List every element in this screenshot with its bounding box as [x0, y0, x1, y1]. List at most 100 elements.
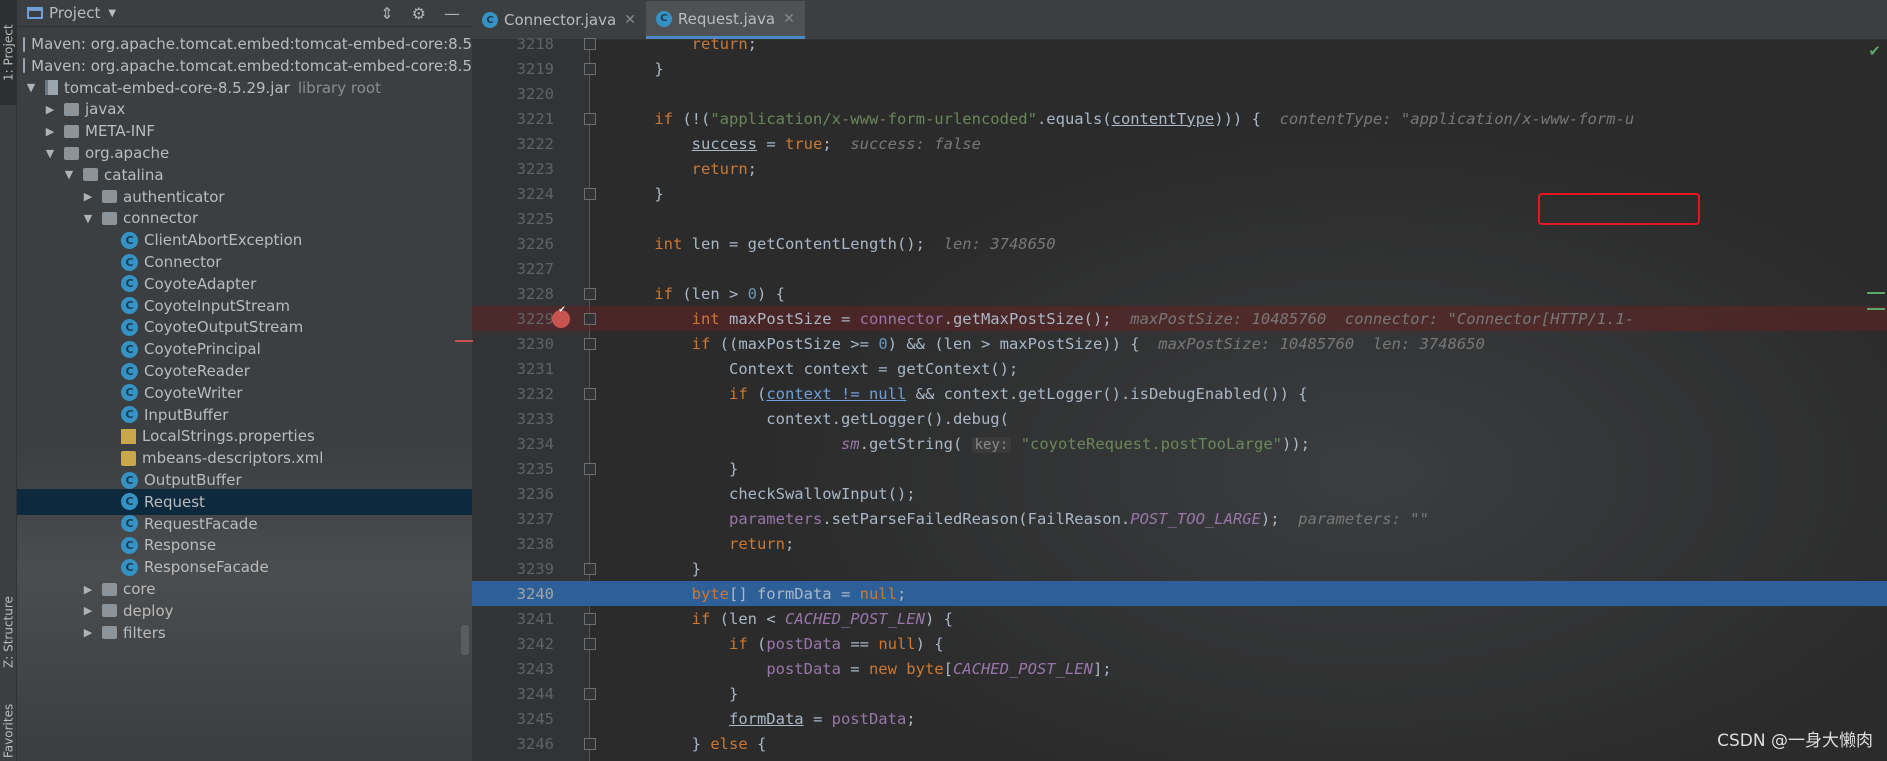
expand-arrow-right-icon[interactable]: ▶: [82, 190, 94, 203]
expand-arrow-right-icon[interactable]: ▶: [82, 626, 94, 639]
code-line[interactable]: 3220: [472, 81, 1887, 106]
code-line[interactable]: 3239 }: [472, 556, 1887, 581]
code-line[interactable]: 3240 byte[] formData = null;: [472, 581, 1887, 606]
code-line[interactable]: 3221 if (!("application/x-www-form-urlen…: [472, 106, 1887, 131]
project-panel-tools: ⇕ ⚙ —: [380, 4, 472, 23]
code-line[interactable]: 3244 }: [472, 681, 1887, 706]
gear-icon[interactable]: ⚙: [412, 4, 426, 23]
expand-arrow-right-icon[interactable]: ▶: [44, 125, 56, 138]
jar-icon: [45, 80, 58, 96]
code-line[interactable]: 3226 int len = getContentLength(); len: …: [472, 231, 1887, 256]
chevron-down-icon[interactable]: ▼: [108, 8, 116, 19]
code-line[interactable]: 3237 parameters.setParseFailedReason(Fai…: [472, 506, 1887, 531]
close-icon[interactable]: ✕: [624, 12, 636, 28]
code-line[interactable]: 3242 if (postData == null) {: [472, 631, 1887, 656]
code-line[interactable]: 3232 if (context != null && context.getL…: [472, 381, 1887, 406]
code-line[interactable]: 3227: [472, 256, 1887, 281]
package-icon: [64, 124, 79, 138]
code-line[interactable]: 3236 checkSwallowInput();: [472, 481, 1887, 506]
code-line[interactable]: 3231 Context context = getContext();: [472, 356, 1887, 381]
package-icon: [102, 582, 117, 596]
tree-node-label: Request: [144, 492, 205, 511]
class-icon: C: [121, 406, 138, 424]
line-number: 3233: [516, 409, 554, 428]
expand-arrow-right-icon[interactable]: ▶: [44, 103, 56, 116]
code-text: } else {: [617, 734, 767, 753]
code-text: return;: [691, 159, 757, 178]
fold-marker-icon[interactable]: [584, 37, 596, 50]
fold-marker-icon[interactable]: [584, 187, 596, 200]
breakpoint-icon[interactable]: [552, 304, 570, 328]
project-panel-title[interactable]: Project: [49, 4, 100, 22]
expand-arrow-down-icon[interactable]: ▼: [82, 212, 94, 225]
fold-marker-icon[interactable]: [584, 312, 596, 325]
expand-arrow-down-icon[interactable]: ▼: [44, 147, 56, 160]
code-line[interactable]: 3246 } else {: [472, 731, 1887, 756]
fold-marker-icon[interactable]: [584, 287, 596, 300]
project-tool-tab[interactable]: 1: Project: [0, 0, 17, 105]
code-line[interactable]: 3228 if (len > 0) {: [472, 281, 1887, 306]
code-line[interactable]: 3243 postData = new byte[CACHED_POST_LEN…: [472, 656, 1887, 681]
tree-node-label: InputBuffer: [144, 405, 229, 424]
code-line[interactable]: 3222 success = true; success: false: [472, 131, 1887, 156]
project-tree-scrollbar[interactable]: [461, 625, 469, 655]
expand-arrow-right-icon[interactable]: ▶: [82, 583, 94, 596]
fold-marker-icon[interactable]: [584, 562, 596, 575]
code-line[interactable]: 3219 }: [472, 56, 1887, 81]
code-line[interactable]: 3245 formData = postData;: [472, 706, 1887, 731]
line-number: 3236: [516, 484, 554, 503]
expand-arrow-right-icon[interactable]: ▶: [82, 604, 94, 617]
close-icon[interactable]: ✕: [783, 11, 795, 27]
code-line[interactable]: 3230 if ((maxPostSize >= 0) && (len > ma…: [472, 331, 1887, 356]
code-line[interactable]: 3223 return;: [472, 156, 1887, 181]
expand-arrow-down-icon[interactable]: ▼: [25, 81, 37, 94]
fold-marker-icon[interactable]: [584, 462, 596, 475]
fold-marker-icon[interactable]: [584, 337, 596, 350]
tree-node-label: CoyoteOutputStream: [144, 318, 304, 337]
properties-file-icon: [121, 428, 136, 444]
inspection-ok-icon[interactable]: ✔: [1868, 42, 1881, 60]
left-tool-strip: 1: Project Z: Structure Favorites: [0, 0, 17, 761]
tree-node-label: CoyoteInputStream: [144, 296, 290, 315]
line-number: 3245: [516, 709, 554, 728]
tree-node[interactable]: ▶ filters: [17, 620, 472, 646]
favorites-tool-tab[interactable]: Favorites: [0, 700, 17, 761]
line-number: 3221: [516, 109, 554, 128]
fold-marker-icon[interactable]: [584, 387, 596, 400]
class-icon: C: [121, 253, 138, 271]
code-area[interactable]: 3218 return; 3219 } 3220 3221 if (!("applic…: [472, 35, 1887, 761]
line-number: 3218: [516, 34, 554, 53]
class-icon: C: [121, 318, 138, 336]
code-text: return;: [728, 534, 795, 553]
code-line[interactable]: 3229 int maxPostSize = connector.getMaxP…: [472, 304, 1887, 331]
code-text: if (postData == null) {: [728, 634, 944, 653]
fold-marker-icon[interactable]: [584, 612, 596, 625]
code-line[interactable]: 3234 sm.getString( key: "coyoteRequest.p…: [472, 431, 1887, 456]
fold-marker-icon[interactable]: [584, 62, 596, 75]
line-number: 3241: [516, 609, 554, 628]
fold-marker-icon[interactable]: [584, 112, 596, 125]
class-icon: C: [121, 340, 138, 358]
code-line[interactable]: 3218 return;: [472, 31, 1887, 56]
code-line[interactable]: 3233 context.getLogger().debug(: [472, 406, 1887, 431]
line-number: 3229: [516, 309, 554, 328]
class-icon: C: [121, 275, 138, 293]
code-line[interactable]: 3238 return;: [472, 531, 1887, 556]
line-number: 3231: [516, 359, 554, 378]
code-line[interactable]: 3235 }: [472, 456, 1887, 481]
editor-tab-label: Connector.java: [504, 11, 617, 29]
collapse-all-icon[interactable]: ⇕: [380, 4, 393, 23]
minimize-icon[interactable]: —: [444, 4, 460, 23]
fold-marker-icon[interactable]: [584, 637, 596, 650]
code-text: if (len > 0) {: [654, 284, 785, 303]
fold-marker-icon[interactable]: [584, 687, 596, 700]
line-number: 3234: [516, 434, 554, 453]
fold-marker-icon[interactable]: [584, 737, 596, 750]
code-line[interactable]: 3241 if (len < CACHED_POST_LEN) {: [472, 606, 1887, 631]
tree-node-label: CoyoteReader: [144, 362, 250, 380]
expand-arrow-down-icon[interactable]: ▼: [63, 168, 75, 181]
structure-tool-tab[interactable]: Z: Structure: [0, 580, 17, 685]
structure-tool-tab-label: Z: Structure: [1, 596, 16, 669]
xml-file-icon: [121, 450, 136, 466]
line-number: 3232: [516, 384, 554, 403]
